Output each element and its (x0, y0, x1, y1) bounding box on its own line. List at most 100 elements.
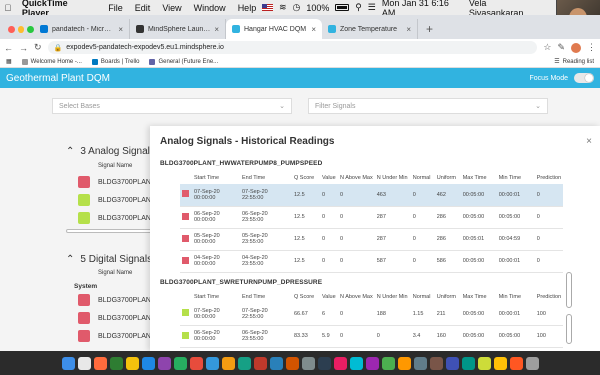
dock-app-icon[interactable] (93, 356, 107, 370)
tab-azure[interactable]: pandatech - Microsoft Azure × (34, 19, 130, 39)
dock-app-icon[interactable] (509, 356, 523, 370)
bookmark-star-icon[interactable]: ☆ (543, 42, 551, 53)
dock-app-icon[interactable] (237, 356, 251, 370)
table-row[interactable]: 04-Sep-20 00:00:00 04-Sep-20 23:55:00 12.5 0 0… (180, 250, 564, 272)
analog-signal-row[interactable]: BLDG3700PLANT_ (78, 176, 159, 188)
menu-view[interactable]: View (156, 3, 187, 13)
start-time-cell: 05-Sep-20 00:00:00 (192, 228, 240, 250)
dock-app-icon[interactable] (301, 356, 315, 370)
menu-window[interactable]: Window (188, 3, 232, 13)
bookmark-trello[interactable]: Boards | Trello (91, 58, 139, 65)
dock-app-icon[interactable] (525, 356, 539, 370)
menu-help[interactable]: Help (232, 3, 263, 13)
minimize-window-button[interactable] (17, 25, 25, 33)
table-row[interactable]: 05-Sep-20 00:00:00 05-Sep-20 23:55:00 12.5 0 0… (180, 228, 564, 250)
select-bases-dropdown[interactable]: Select Bases ⌄ (52, 98, 292, 114)
dock-app-icon[interactable] (397, 356, 411, 370)
new-tab-button[interactable]: + (418, 19, 441, 39)
close-icon[interactable]: × (586, 136, 592, 147)
digital-section-header[interactable]: ⌃ 5 Digital Signals (66, 254, 152, 265)
filter-signals-dropdown[interactable]: Filter Signals ⌄ (308, 98, 548, 114)
prediction-cell: 100 (536, 333, 546, 339)
digital-signal-row[interactable]: BLDG3700PLANT_ (78, 294, 159, 306)
extensions-icon[interactable]: ✎ (557, 42, 565, 53)
apps-grid-icon[interactable]: ▦ (6, 58, 12, 65)
table-header-row: Start Time End Time Q Score Value N Abov… (180, 291, 563, 303)
dock-app-icon[interactable] (317, 356, 331, 370)
dock-app-icon[interactable] (493, 356, 507, 370)
tab-close-icon[interactable]: × (406, 25, 411, 34)
dock-app-icon[interactable] (253, 356, 267, 370)
control-center-icon[interactable]: ☰ (368, 2, 376, 13)
table-row[interactable]: 07-Sep-20 00:00:00 07-Sep-20 22:55:00 12.5 0 0… (180, 184, 564, 206)
dock-app-icon[interactable] (413, 356, 427, 370)
menu-file[interactable]: File (102, 3, 129, 13)
forward-icon[interactable]: → (19, 43, 28, 53)
tab-close-icon[interactable]: × (311, 25, 316, 34)
table-row[interactable]: 06-Sep-20 00:00:00 06-Sep-20 23:55:00 12.5 0 0… (180, 206, 564, 228)
dock-app-icon[interactable] (157, 356, 171, 370)
dock-app-icon[interactable] (61, 356, 75, 370)
back-icon[interactable]: ← (4, 43, 13, 53)
prediction-cell: 0 (536, 214, 540, 220)
dock-app-icon[interactable] (125, 356, 139, 370)
min-time-cell: 00:05:00 (498, 333, 521, 339)
dock-app-icon[interactable] (365, 356, 379, 370)
dock-app-icon[interactable] (349, 356, 363, 370)
dock-app-icon[interactable] (77, 356, 91, 370)
digital-signal-row[interactable]: BLDG3700PLANT_ (78, 312, 159, 324)
us-flag-icon[interactable] (262, 4, 273, 11)
apple-icon[interactable]:  (0, 3, 16, 13)
dock-app-icon[interactable] (381, 356, 395, 370)
dock-app-icon[interactable] (173, 356, 187, 370)
dock-app-icon[interactable] (141, 356, 155, 370)
macos-menubar:  QuickTime Player File Edit View Window… (0, 0, 600, 18)
dock-app-icon[interactable] (333, 356, 347, 370)
dock-app-icon[interactable] (205, 356, 219, 370)
menu-edit[interactable]: Edit (129, 3, 157, 13)
dock-app-icon[interactable] (269, 356, 283, 370)
analog-signal-row[interactable]: BLDG3700PLANT_ (78, 212, 159, 224)
search-icon[interactable]: ⚲ (355, 2, 362, 13)
bookmark-general[interactable]: General (Future Ene... (149, 58, 218, 65)
start-clock: 00:00:00 (194, 313, 216, 320)
wifi-icon[interactable]: ≋ (279, 2, 287, 13)
tab-zone-temperature[interactable]: Zone Temperature × (322, 19, 418, 39)
swatch-cell (180, 228, 192, 250)
q-score-cell: 12.5 (294, 214, 305, 220)
dock-app-icon[interactable] (285, 356, 299, 370)
status-swatch (182, 234, 189, 242)
close-window-button[interactable] (8, 25, 15, 33)
reading-list[interactable]: ☰ Reading list (554, 58, 594, 66)
clock-icon[interactable]: ◷ (293, 2, 301, 13)
dock-app-icon[interactable] (109, 356, 123, 370)
analog-signal-row[interactable]: BLDG3700PLANT_ (78, 194, 159, 206)
zoom-window-button[interactable] (27, 25, 35, 33)
profile-avatar[interactable] (571, 42, 581, 53)
battery-icon[interactable] (335, 4, 350, 11)
dock-app-icon[interactable] (477, 356, 491, 370)
focus-mode-toggle[interactable] (574, 73, 594, 83)
vertical-scrollbar[interactable] (566, 314, 572, 344)
tab-close-icon[interactable]: × (118, 25, 123, 34)
tab-close-icon[interactable]: × (214, 25, 219, 34)
signal-name-column: Signal Name (98, 270, 133, 276)
table-row[interactable]: 06-Sep-20 00:00:00 06-Sep-20 23:55:00 83.33 5… (180, 325, 564, 347)
table-row[interactable]: 07-Sep-20 00:00:00 07-Sep-20 22:55:00 66.67 6… (180, 303, 564, 325)
dock-app-icon[interactable] (445, 356, 459, 370)
digital-signal-row[interactable]: BLDG3700PLANT_ (78, 330, 159, 342)
reload-icon[interactable]: ↻ (34, 42, 42, 53)
chrome-menu-icon[interactable]: ⋮ (587, 42, 596, 53)
value-cell: 5.9 (322, 333, 330, 339)
horizontal-scrollbar[interactable] (66, 229, 156, 233)
tab-hangar-hvac-dqm[interactable]: Hangar HVAC DQM × (226, 19, 322, 39)
dock-app-icon[interactable] (189, 356, 203, 370)
bookmark-welcome[interactable]: Welcome Home -... (21, 58, 82, 65)
address-bar[interactable]: 🔒 expodev5-pandatech-expodev5.eu1.mindsp… (47, 41, 538, 54)
dock-app-icon[interactable] (461, 356, 475, 370)
dock-app-icon[interactable] (429, 356, 443, 370)
analog-section-header[interactable]: ⌃ 3 Analog Signals (66, 146, 155, 157)
dock-app-icon[interactable] (221, 356, 235, 370)
vertical-scrollbar[interactable] (566, 272, 572, 308)
tab-mindsphere-launchpad[interactable]: MindSphere Launchpad × (130, 19, 226, 39)
